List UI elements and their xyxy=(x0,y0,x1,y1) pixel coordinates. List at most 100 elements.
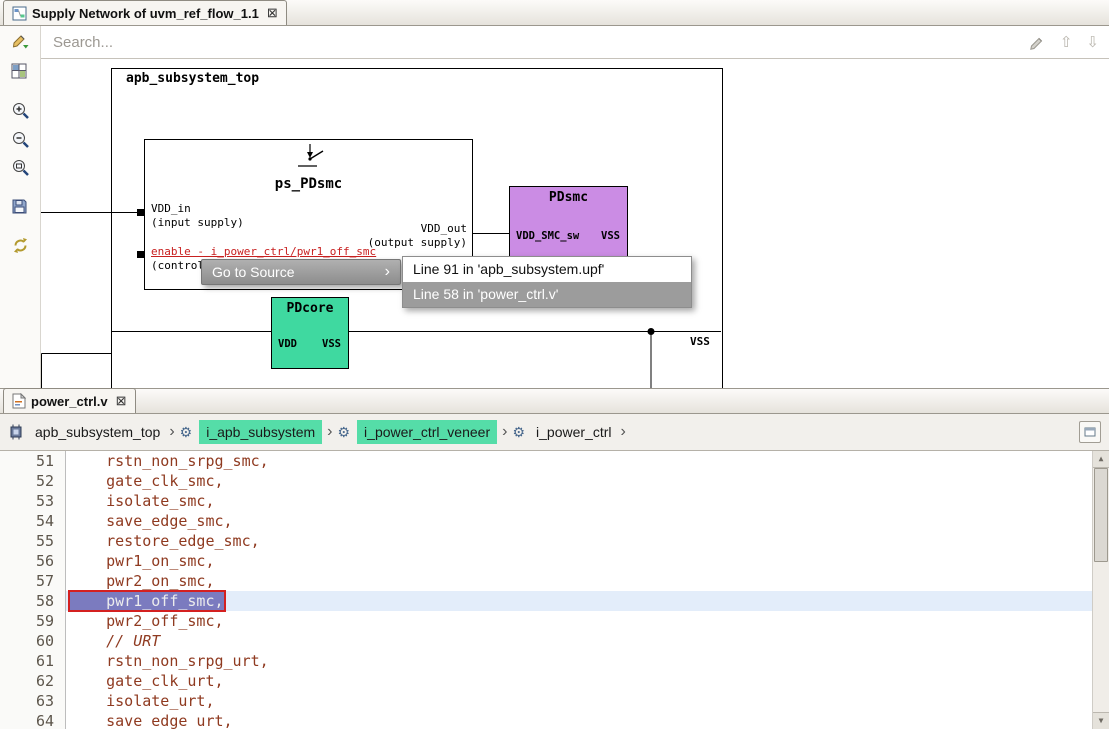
code-line[interactable]: 60 // URT xyxy=(0,631,1092,651)
code-lines: 51 rstn_non_srpg_smc, 52 gate_clk_smc, 5… xyxy=(0,451,1092,729)
module-icon xyxy=(8,424,24,440)
supply-diagram-canvas[interactable]: apb_subsystem_top ps_PDsmc VDD_in (input… xyxy=(41,59,1109,388)
editor-tabbar: power_ctrl.v ⊠ xyxy=(0,388,1109,414)
port-vdd-in: VDD_in xyxy=(151,202,191,215)
code-line-selected[interactable]: 58 pwr1_off_smc, xyxy=(0,591,1092,611)
zoom-in-icon[interactable] xyxy=(11,101,31,121)
code-line[interactable]: 54 save_edge_smc, xyxy=(0,511,1092,531)
highlighter-icon[interactable] xyxy=(1029,34,1046,51)
code-line[interactable]: 57 pwr2_on_smc, xyxy=(0,571,1092,591)
port-vdd: VDD xyxy=(278,338,297,350)
port-note: (output supply) xyxy=(368,236,467,249)
highlighted-token: pwr1_off_smc, xyxy=(70,592,224,610)
line-number: 60 xyxy=(0,631,66,651)
line-number: 62 xyxy=(0,671,66,691)
line-text: save_edge_urt, xyxy=(66,711,1092,729)
line-text: isolate_smc, xyxy=(66,491,1092,511)
breadcrumb-item-i-power-ctrl-veneer[interactable]: i_power_ctrl_veneer xyxy=(357,420,497,444)
tab-title: Supply Network of uvm_ref_flow_1.1 xyxy=(32,6,259,21)
block-title: apb_subsystem_top xyxy=(126,71,259,86)
line-text: pwr2_off_smc, xyxy=(66,611,1092,631)
port-vdd-smc-sw: VDD_SMC_sw xyxy=(516,230,579,242)
line-text: gate_clk_urt, xyxy=(66,671,1092,691)
breadcrumb-item-i-apb-subsystem[interactable]: i_apb_subsystem xyxy=(199,420,322,444)
line-number: 52 xyxy=(0,471,66,491)
diagram-icon xyxy=(12,6,27,21)
editor-scrollbar[interactable]: ▲ ▼ xyxy=(1092,451,1109,729)
line-number: 64 xyxy=(0,711,66,729)
instance-gear-icon: ⚙ xyxy=(180,424,193,441)
enable-control-link[interactable]: enable - i_power_ctrl/pwr1_off_smc xyxy=(151,245,376,258)
block-pdcore[interactable]: PDcore VDD VSS xyxy=(271,297,349,369)
code-editor[interactable]: 51 rstn_non_srpg_smc, 52 gate_clk_smc, 5… xyxy=(0,451,1109,729)
code-line[interactable]: 53 isolate_smc, xyxy=(0,491,1092,511)
port-note: (input supply) xyxy=(151,216,244,229)
code-line[interactable]: 62 gate_clk_urt, xyxy=(0,671,1092,691)
port-vdd-out: VDD_out xyxy=(421,222,467,235)
breadcrumb: apb_subsystem_top › ⚙ i_apb_subsystem › … xyxy=(0,414,1109,451)
block-pdsmc[interactable]: PDsmc VDD_SMC_sw VSS xyxy=(509,186,628,262)
line-text: restore_edge_smc, xyxy=(66,531,1092,551)
chevron-right-icon: › xyxy=(169,423,174,441)
vss-net-label: VSS xyxy=(690,335,710,348)
block-title: PDcore xyxy=(272,301,348,316)
close-icon[interactable]: ⊠ xyxy=(267,5,278,21)
line-number: 56 xyxy=(0,551,66,571)
line-text: pwr2_on_smc, xyxy=(66,571,1092,591)
menu-goto-source[interactable]: Go to Source › xyxy=(201,259,401,285)
code-line[interactable]: 52 gate_clk_smc, xyxy=(0,471,1092,491)
tab-supply-network[interactable]: Supply Network of uvm_ref_flow_1.1 ⊠ xyxy=(3,0,287,25)
line-text-comment: // URT xyxy=(66,631,1092,651)
supply-network-view: Supply Network of uvm_ref_flow_1.1 ⊠ ⇧ xyxy=(0,0,1109,388)
chevron-right-icon: › xyxy=(621,423,626,441)
tab-power-ctrl[interactable]: power_ctrl.v ⊠ xyxy=(3,388,136,413)
edit-icon[interactable] xyxy=(11,31,31,51)
line-number: 57 xyxy=(0,571,66,591)
code-line[interactable]: 59 pwr2_off_smc, xyxy=(0,611,1092,631)
source-editor-view: power_ctrl.v ⊠ apb_subsystem_top › ⚙ i_a… xyxy=(0,388,1109,729)
zoom-out-icon[interactable] xyxy=(11,130,31,150)
scroll-down-icon[interactable]: ▼ xyxy=(1093,712,1109,729)
line-number: 53 xyxy=(0,491,66,511)
line-text: gate_clk_smc, xyxy=(66,471,1092,491)
line-text: save_edge_smc, xyxy=(66,511,1092,531)
search-prev-icon[interactable]: ⇧ xyxy=(1060,33,1073,51)
code-line[interactable]: 55 restore_edge_smc, xyxy=(0,531,1092,551)
power-switch-icon xyxy=(293,143,327,177)
zoom-fit-icon[interactable] xyxy=(11,158,31,178)
port-vss: VSS xyxy=(322,338,341,350)
line-number: 54 xyxy=(0,511,66,531)
line-number: 63 xyxy=(0,691,66,711)
close-icon[interactable]: ⊠ xyxy=(116,393,127,409)
application-window: Supply Network of uvm_ref_flow_1.1 ⊠ ⇧ xyxy=(0,0,1109,729)
code-line[interactable]: 51 rstn_non_srpg_smc, xyxy=(0,451,1092,471)
block-title: PDsmc xyxy=(510,190,627,205)
search-next-icon[interactable]: ⇩ xyxy=(1086,33,1099,51)
save-icon[interactable] xyxy=(11,198,31,218)
scroll-up-icon[interactable]: ▲ xyxy=(1093,451,1109,468)
breadcrumb-item-apb-subsystem-top[interactable]: apb_subsystem_top xyxy=(31,420,164,444)
file-icon xyxy=(12,393,26,409)
code-line[interactable]: 56 pwr1_on_smc, xyxy=(0,551,1092,571)
instance-gear-icon: ⚙ xyxy=(337,424,350,441)
search-input[interactable] xyxy=(51,33,1015,52)
breadcrumb-item-i-power-ctrl[interactable]: i_power_ctrl xyxy=(532,420,615,444)
submenu-arrow-icon: › xyxy=(385,264,390,280)
code-line[interactable]: 61 rstn_non_srpg_urt, xyxy=(0,651,1092,671)
code-line[interactable]: 63 isolate_urt, xyxy=(0,691,1092,711)
instance-gear-icon: ⚙ xyxy=(512,424,525,441)
menu-item-verilog-line[interactable]: Line 58 in 'power_ctrl.v' xyxy=(403,282,691,307)
menu-item-upf-line[interactable]: Line 91 in 'apb_subsystem.upf' xyxy=(403,257,691,282)
diagram-toolbar xyxy=(0,26,41,388)
supply-tabbar: Supply Network of uvm_ref_flow_1.1 ⊠ xyxy=(0,0,1109,26)
refresh-icon[interactable] xyxy=(11,236,31,256)
code-line[interactable]: 64 save_edge_urt, xyxy=(0,711,1092,729)
scroll-thumb[interactable] xyxy=(1094,468,1108,562)
line-text: pwr1_on_smc, xyxy=(66,551,1092,571)
grid-icon[interactable] xyxy=(11,63,31,83)
goto-source-submenu: Line 91 in 'apb_subsystem.upf' Line 58 i… xyxy=(402,256,692,308)
chevron-right-icon: › xyxy=(327,423,332,441)
port-vss: VSS xyxy=(601,230,620,242)
line-number: 55 xyxy=(0,531,66,551)
breadcrumb-toggle-button[interactable] xyxy=(1079,421,1101,443)
